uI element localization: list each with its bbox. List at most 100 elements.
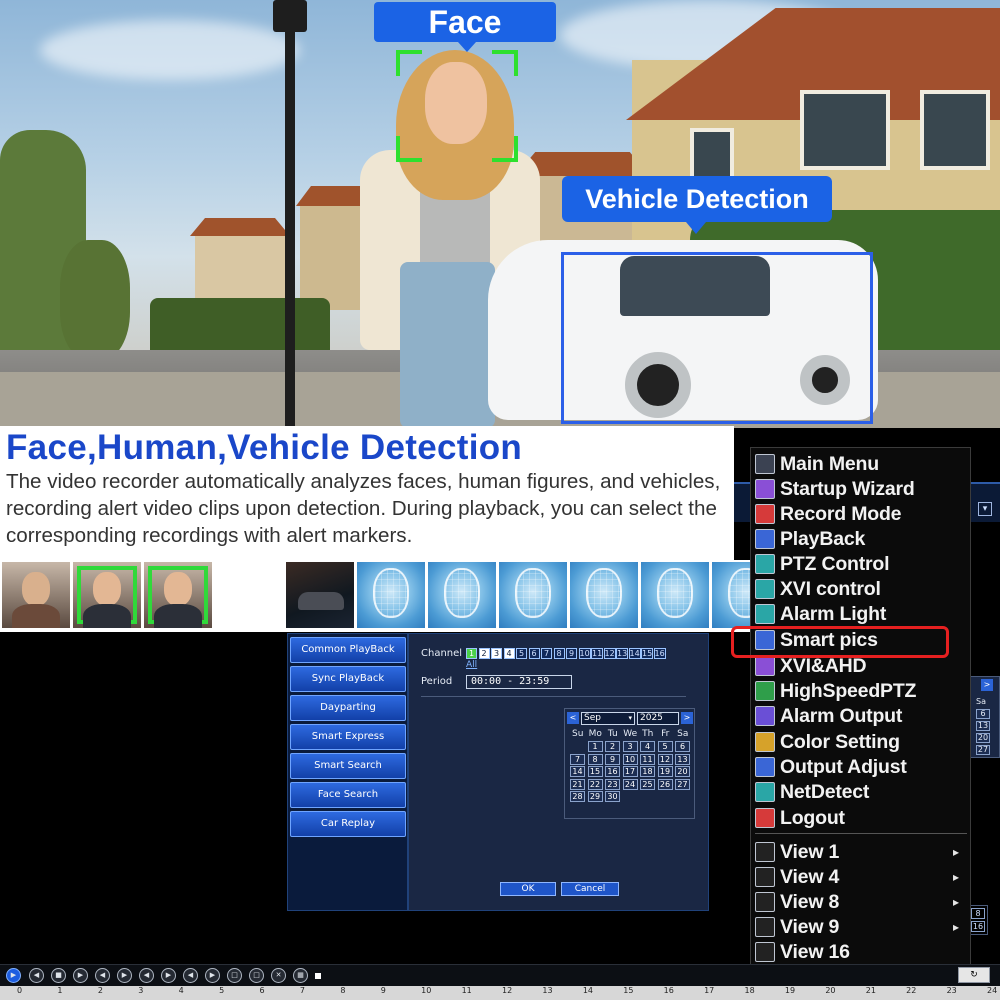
calendar-day[interactable]: 15 [587, 766, 603, 777]
menu-item-playback[interactable]: PlayBack [755, 527, 865, 551]
calendar-day[interactable]: 2 [605, 741, 620, 752]
calendar-day[interactable]: 12 [657, 753, 673, 765]
frame-item[interactable]: 8 [971, 908, 985, 919]
next-month-button[interactable]: > [981, 679, 993, 691]
chevron-down-icon[interactable]: ▾ [978, 502, 992, 516]
menu-item-netdetect[interactable]: NetDetect [755, 780, 869, 804]
thumbnail[interactable] [641, 562, 709, 628]
period-input[interactable]: 00:00 - 23:59 [466, 675, 572, 689]
menu-item-view-4[interactable]: View 4 ▸ [755, 865, 959, 889]
smart-search-button[interactable]: Smart Search [290, 753, 406, 779]
thumbnail[interactable] [2, 562, 70, 628]
menu-item-startup-wizard[interactable]: Startup Wizard [755, 477, 915, 501]
calendar-day[interactable]: 21 [570, 778, 585, 790]
slow-play-icon[interactable]: ▶ [73, 968, 88, 983]
calendar-day[interactable]: 16 [605, 766, 620, 777]
previous-frame-icon[interactable]: ◀ [139, 968, 154, 983]
calendar-day[interactable]: 14 [570, 766, 585, 777]
calendar-day[interactable]: 8 [587, 753, 603, 765]
menu-item-view-1[interactable]: View 1 ▸ [755, 840, 959, 864]
calendar-day[interactable]: 7 [570, 753, 585, 765]
thumbnail[interactable] [570, 562, 638, 628]
channel-checkbox[interactable]: 6 [528, 648, 540, 659]
month-select[interactable]: Sep ▾ [581, 712, 635, 725]
sync-playback-button[interactable]: Sync PlayBack [290, 666, 406, 692]
calendar-day[interactable]: 18 [640, 766, 655, 777]
calendar-day[interactable]: 29 [587, 791, 603, 802]
common-playback-button[interactable]: Common PlayBack [290, 637, 406, 663]
thumbnail[interactable] [73, 562, 141, 628]
channel-checkbox[interactable]: 11 [591, 648, 603, 659]
menu-item-alarm-output[interactable]: Alarm Output [755, 704, 902, 728]
car-replay-button[interactable]: Car Replay [290, 811, 406, 837]
previous-file-icon[interactable]: ◀ [183, 968, 198, 983]
channel-checkbox[interactable]: 16 [653, 648, 666, 659]
backup-icon[interactable]: ▦ [293, 968, 308, 983]
stop-icon[interactable]: ■ [51, 968, 66, 983]
calendar-day[interactable]: 1 [587, 741, 603, 752]
calendar-day[interactable]: 3 [622, 741, 638, 752]
smart-express-button[interactable]: Smart Express [290, 724, 406, 750]
calendar-day[interactable]: 28 [570, 791, 585, 802]
channel-checkbox[interactable]: 9 [566, 648, 577, 659]
calendar-day[interactable]: 27 [976, 745, 990, 755]
fast-backward-icon[interactable]: ◀ [95, 968, 110, 983]
calendar-day[interactable]: 20 [976, 733, 990, 743]
next-file-icon[interactable]: ▶ [205, 968, 220, 983]
thumbnail[interactable] [428, 562, 496, 628]
calendar-day[interactable]: 13 [976, 721, 990, 731]
menu-item-record-mode[interactable]: Record Mode [755, 502, 902, 526]
menu-item-view-8[interactable]: View 8 ▸ [755, 890, 959, 914]
channel-checkbox[interactable]: 14 [628, 648, 641, 659]
calendar-day[interactable]: 11 [640, 753, 655, 765]
channel-checkbox[interactable]: 10 [578, 648, 591, 659]
refresh-button[interactable]: ↻ [958, 967, 990, 983]
calendar-day[interactable]: 26 [657, 778, 673, 790]
menu-item-main-menu[interactable]: Main Menu [755, 452, 879, 476]
menu-item-color-setting[interactable]: Color Setting [755, 730, 900, 754]
channel-checkbox[interactable]: 1 [466, 648, 477, 659]
calendar-day[interactable]: 19 [657, 766, 673, 777]
thumbnail[interactable] [144, 562, 212, 628]
next-month-button[interactable]: > [681, 712, 693, 724]
calendar-day[interactable]: 22 [587, 778, 603, 790]
menu-item-ptz-control[interactable]: PTZ Control [755, 552, 890, 576]
calendar-day[interactable]: 30 [605, 791, 620, 802]
rewind-icon[interactable]: ◀ [29, 968, 44, 983]
channel-checkbox[interactable]: 13 [616, 648, 628, 659]
thumbnail[interactable] [286, 562, 354, 628]
ok-button[interactable]: OK [500, 882, 556, 896]
calendar-day[interactable]: 17 [622, 766, 638, 777]
menu-item-highspeed-ptz[interactable]: HighSpeedPTZ [755, 679, 916, 703]
calendar-day[interactable]: 4 [640, 741, 655, 752]
thumbnail[interactable] [357, 562, 425, 628]
calendar-day[interactable]: 6 [976, 709, 990, 719]
calendar-day[interactable]: 9 [605, 753, 620, 765]
channel-checkbox[interactable]: 2 [478, 648, 490, 659]
calendar-day[interactable]: 23 [605, 778, 620, 790]
channel-checkbox[interactable]: 8 [553, 648, 565, 659]
channel-checkbox[interactable]: 12 [603, 648, 616, 659]
play-icon[interactable]: ▶ [6, 968, 21, 983]
face-search-button[interactable]: Face Search [290, 782, 406, 808]
fast-forward-icon[interactable]: ▶ [117, 968, 132, 983]
thumbnail[interactable] [712, 562, 750, 628]
thumbnail[interactable] [499, 562, 567, 628]
channel-checkbox[interactable]: 3 [491, 648, 502, 659]
timeline[interactable]: 0 1 2 3 4 5 6 7 8 9 10 11 12 13 14 15 16 17 18 19 20 21 22 23 24 [0, 986, 1000, 1000]
channel-checkbox[interactable]: 4 [503, 648, 515, 659]
frame-item[interactable]: 16 [971, 921, 985, 932]
menu-item-view-9[interactable]: View 9 ▸ [755, 915, 959, 939]
menu-item-alarm-light[interactable]: Alarm Light [755, 602, 886, 626]
menu-item-xvi-control[interactable]: XVI control [755, 577, 881, 601]
year-select[interactable]: 2025 [637, 712, 679, 725]
clip-icon[interactable]: □ [249, 968, 264, 983]
channel-checkbox[interactable]: 15 [641, 648, 653, 659]
calendar-day[interactable]: 20 [675, 766, 690, 777]
close-icon[interactable]: ✕ [271, 968, 286, 983]
menu-item-output-adjust[interactable]: Output Adjust [755, 755, 907, 779]
dayparting-button[interactable]: Dayparting [290, 695, 406, 721]
channel-checkbox[interactable]: 5 [516, 648, 527, 659]
calendar-day[interactable]: 27 [675, 778, 690, 790]
channel-checkbox[interactable]: 7 [541, 648, 552, 659]
